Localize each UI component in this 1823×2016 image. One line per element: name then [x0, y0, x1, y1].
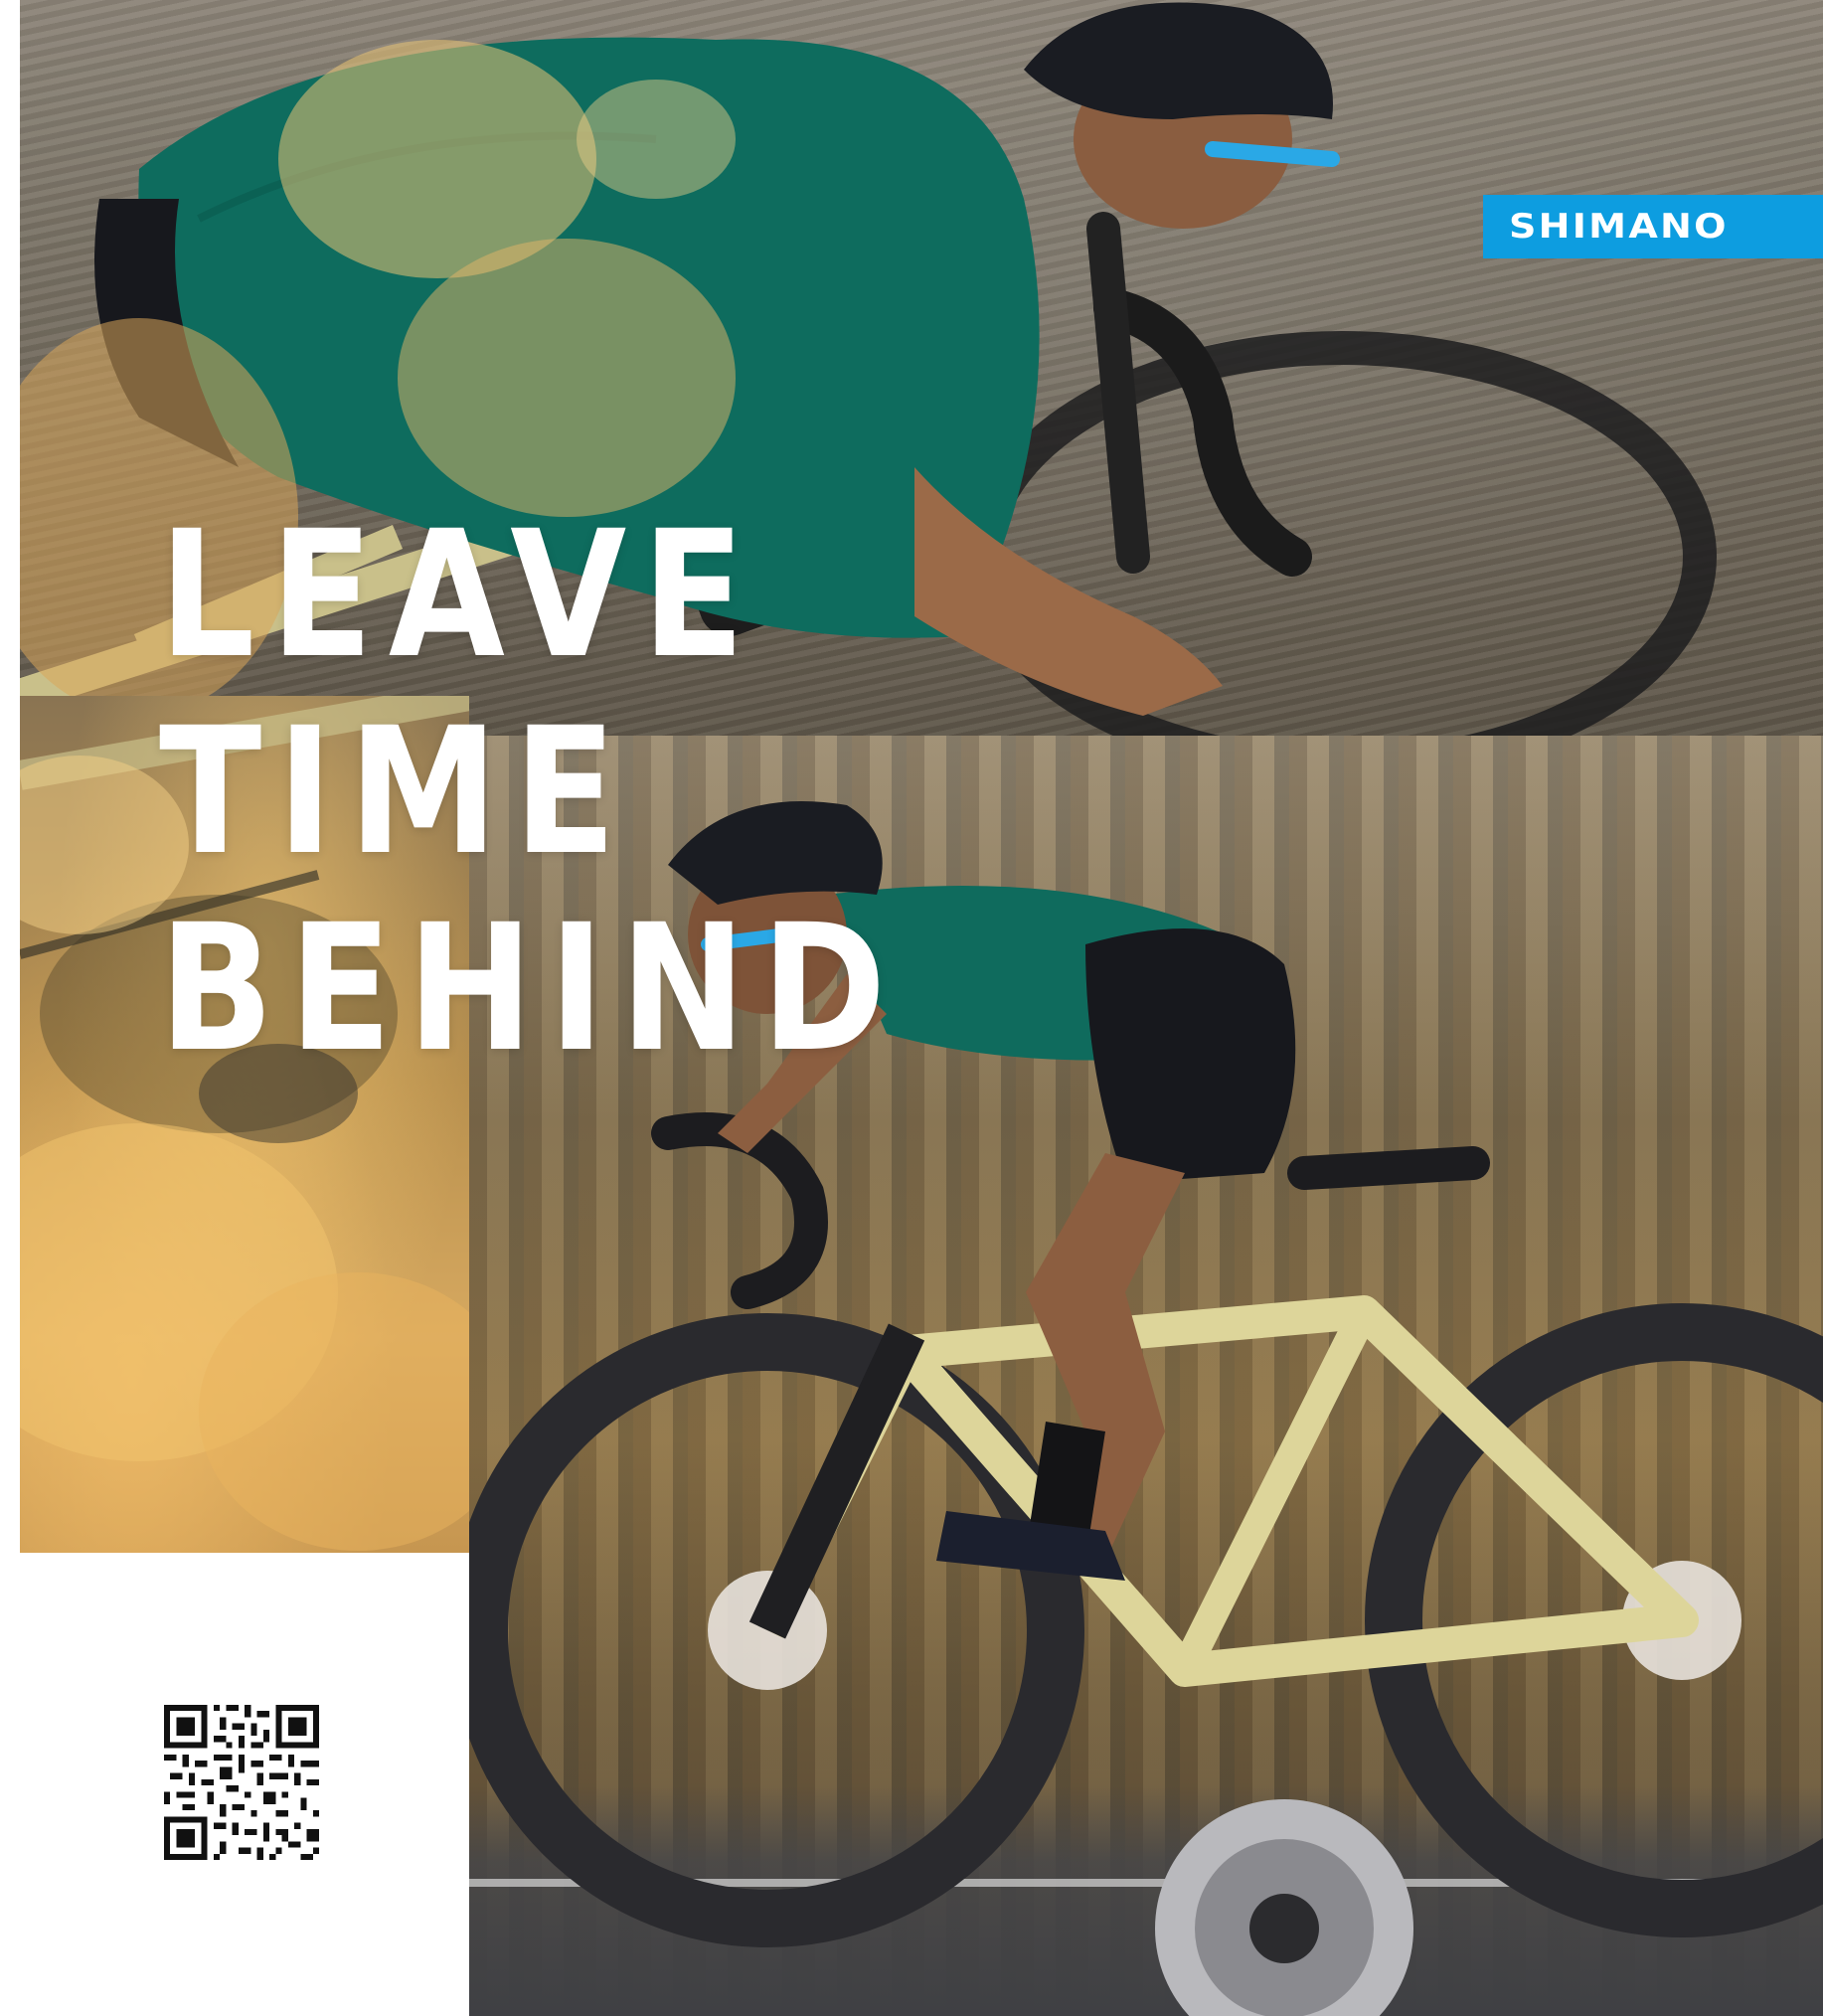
headline-line-1: LEAVE: [159, 493, 760, 697]
headline-line-3: BEHIND: [159, 887, 902, 1091]
headline-line-2: TIME: [159, 690, 632, 894]
poster: SHIMANO LEAVE TIME BEHIND: [0, 0, 1823, 2016]
headline: LEAVE TIME BEHIND: [159, 497, 902, 1088]
qr-code-icon[interactable]: [164, 1705, 319, 1860]
brand-badge: SHIMANO: [1483, 195, 1823, 258]
brand-name: SHIMANO: [1509, 207, 1729, 247]
